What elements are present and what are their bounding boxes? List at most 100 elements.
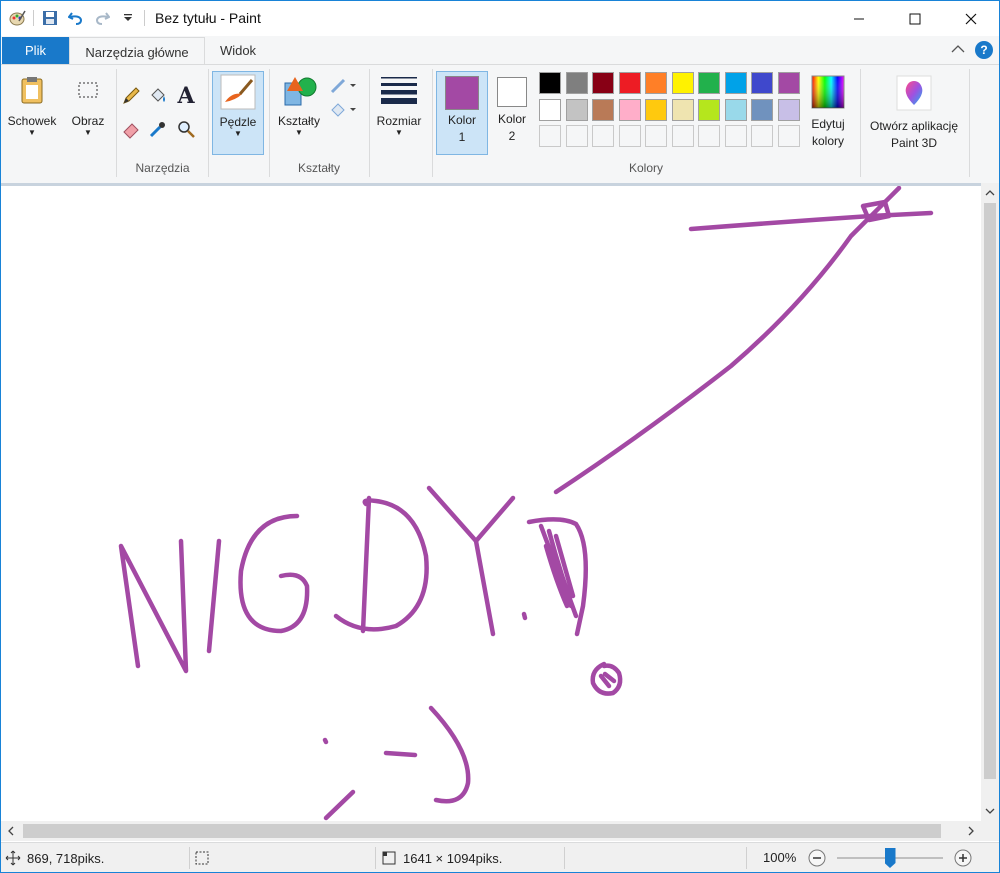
text-tool-icon[interactable]: A xyxy=(175,83,197,109)
palette-swatch-empty[interactable] xyxy=(751,125,773,147)
fill-bucket-icon[interactable] xyxy=(147,85,169,107)
color2-swatch xyxy=(497,77,527,107)
close-button[interactable] xyxy=(943,1,999,36)
collapse-ribbon-icon[interactable] xyxy=(951,43,965,57)
group-separator xyxy=(969,69,970,177)
color1-number: 1 xyxy=(458,130,466,144)
drawn-stroke xyxy=(333,498,429,632)
zoom-slider[interactable] xyxy=(837,848,943,868)
palette-swatch[interactable] xyxy=(539,98,561,121)
palette-swatch[interactable] xyxy=(751,98,773,121)
scrollbar-corner xyxy=(981,821,999,841)
outline-icon[interactable] xyxy=(327,75,359,97)
zoom-in-icon xyxy=(954,849,972,867)
drawn-stroke xyxy=(538,523,579,619)
edit-colors-button[interactable]: Edytuj kolory xyxy=(805,71,851,155)
palette-swatch[interactable] xyxy=(698,72,720,94)
image-button[interactable]: Obraz ▼ xyxy=(63,71,113,155)
palette-swatch[interactable] xyxy=(671,72,694,94)
zoom-out-button[interactable] xyxy=(807,848,827,868)
palette-swatch[interactable] xyxy=(724,72,747,94)
palette-swatch[interactable] xyxy=(777,98,800,121)
palette-swatch-empty[interactable] xyxy=(565,125,588,147)
window-controls xyxy=(831,1,999,36)
palette-swatch-empty[interactable] xyxy=(671,125,694,147)
drawing-canvas[interactable] xyxy=(1,183,981,824)
palette-swatch[interactable] xyxy=(777,72,800,94)
status-separator xyxy=(375,847,376,869)
eraser-icon[interactable] xyxy=(120,118,142,140)
redo-icon[interactable] xyxy=(92,8,112,28)
clipboard-button[interactable]: Schowek ▼ xyxy=(6,71,58,155)
ribbon-right-controls: ? xyxy=(951,41,993,59)
minimize-icon xyxy=(854,18,864,19)
size-button[interactable]: Rozmiar ▼ xyxy=(373,71,425,155)
palette-swatch[interactable] xyxy=(539,72,561,94)
drawn-stroke xyxy=(206,538,222,654)
undo-icon[interactable] xyxy=(66,8,86,28)
brushes-button[interactable]: Pędzle ▼ xyxy=(212,71,264,155)
tab-file[interactable]: Plik xyxy=(2,37,69,64)
close-icon xyxy=(965,13,977,24)
status-bar: 869, 718piks. 1641 × 1094piks. 100% xyxy=(1,842,999,872)
customize-qat-icon[interactable] xyxy=(118,8,138,28)
palette-swatch[interactable] xyxy=(592,72,614,94)
palette-swatch[interactable] xyxy=(592,98,614,121)
group-separator xyxy=(860,69,861,177)
magnifier-icon[interactable] xyxy=(175,118,197,140)
scroll-down-icon[interactable] xyxy=(981,803,999,819)
palette-swatch-empty[interactable] xyxy=(618,125,641,147)
open-paint3d-button[interactable]: Otwórz aplikację Paint 3D xyxy=(863,71,965,155)
group-separator xyxy=(208,69,209,177)
status-separator xyxy=(564,847,565,869)
palette-swatch-empty[interactable] xyxy=(592,125,614,147)
palette-swatch[interactable] xyxy=(618,72,641,94)
save-icon[interactable] xyxy=(40,8,60,28)
scroll-right-icon[interactable] xyxy=(963,821,979,841)
scroll-left-icon[interactable] xyxy=(3,821,19,841)
window-title: Bez tytułu - Paint xyxy=(155,10,261,26)
help-icon[interactable]: ? xyxy=(975,41,993,59)
palette-swatch[interactable] xyxy=(618,98,641,121)
palette-swatch[interactable] xyxy=(751,72,773,94)
tab-view[interactable]: Widok xyxy=(207,37,269,64)
horizontal-scroll-thumb[interactable] xyxy=(23,824,941,838)
paint-window: Bez tytułu - Paint Plik Narzędzia główne… xyxy=(0,0,1000,873)
palette-swatch-empty[interactable] xyxy=(777,125,800,147)
scroll-up-icon[interactable] xyxy=(981,185,999,201)
palette-swatch-empty[interactable] xyxy=(645,125,667,147)
pencil-icon[interactable] xyxy=(120,85,142,107)
paint-app-icon[interactable] xyxy=(7,8,27,28)
fill-icon[interactable] xyxy=(327,99,359,121)
edit-colors-label: Edytuj xyxy=(811,117,845,131)
shapes-button[interactable]: Kształty ▼ xyxy=(273,71,325,155)
group-separator xyxy=(369,69,370,177)
color-picker-icon[interactable] xyxy=(147,118,169,140)
maximize-button[interactable] xyxy=(887,1,943,36)
color1-swatch xyxy=(445,76,479,110)
palette-swatch[interactable] xyxy=(724,98,747,121)
vertical-scroll-thumb[interactable] xyxy=(984,203,996,779)
palette-swatch[interactable] xyxy=(565,72,588,94)
palette-swatch[interactable] xyxy=(645,72,667,94)
title-bar: Bez tytułu - Paint xyxy=(1,1,999,36)
palette-swatch-empty[interactable] xyxy=(539,125,561,147)
palette-swatch[interactable] xyxy=(565,98,588,121)
tab-home[interactable]: Narzędzia główne xyxy=(69,37,205,66)
color1-button[interactable]: Kolor 1 xyxy=(436,71,488,155)
colors-group-label: Kolory xyxy=(628,161,663,175)
palette-swatch[interactable] xyxy=(645,98,667,121)
drawn-stroke xyxy=(590,661,623,696)
zoom-slider-thumb[interactable] xyxy=(884,848,896,868)
vertical-scrollbar[interactable] xyxy=(981,183,999,821)
palette-swatch-empty[interactable] xyxy=(724,125,747,147)
tools-group-label: Narzędzia xyxy=(135,161,190,175)
status-separator xyxy=(746,847,747,869)
palette-swatch[interactable] xyxy=(698,98,720,121)
palette-swatch-empty[interactable] xyxy=(698,125,720,147)
palette-swatch[interactable] xyxy=(671,98,694,121)
zoom-in-button[interactable] xyxy=(953,848,973,868)
minimize-button[interactable] xyxy=(831,1,887,36)
horizontal-scrollbar[interactable] xyxy=(1,821,981,841)
color2-button[interactable]: Kolor 2 xyxy=(488,71,536,153)
